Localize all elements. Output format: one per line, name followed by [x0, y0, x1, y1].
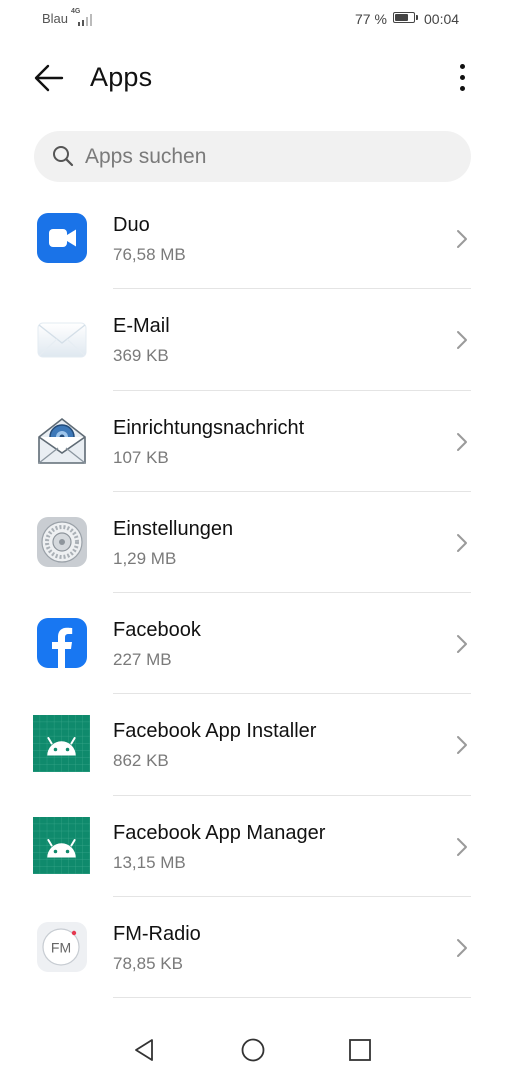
nav-recents-button[interactable] [346, 1036, 374, 1064]
search-placeholder: Apps suchen [85, 145, 207, 168]
battery-fill [395, 14, 409, 21]
android-icon [33, 816, 90, 874]
app-name: Facebook App Installer [113, 720, 317, 743]
signal-icon [76, 12, 94, 26]
chevron-right-icon [457, 837, 467, 856]
list-item-fm-radio[interactable]: FM FM-Radio 78,85 KB [0, 897, 505, 999]
app-name: Einstellungen [113, 517, 234, 540]
list-item-email[interactable]: E-Mail 369 KB [0, 289, 505, 391]
search-icon [53, 146, 74, 167]
chevron-right-icon [457, 736, 467, 755]
carrier-name: Blau [42, 11, 69, 26]
app-name: Einrichtungsnachricht [113, 416, 305, 439]
nav-back-button[interactable] [131, 1036, 159, 1064]
status-bar: Blau 4G 77 % 00:04 [0, 0, 505, 38]
chevron-right-icon [457, 230, 467, 248]
fm-radio-icon: FM [37, 922, 87, 973]
setup-message-icon [38, 417, 86, 464]
app-size: 1,29 MB [113, 548, 177, 568]
more-options-button[interactable] [448, 58, 478, 98]
nav-recents-icon [349, 1039, 371, 1061]
app-list: Duo 76,58 MB E-Mail 369 KB Einrichtungsn… [0, 188, 505, 999]
list-item-duo[interactable]: Duo 76,58 MB [0, 188, 505, 290]
list-item-facebook-app-installer[interactable]: Facebook App Installer 862 KB [0, 694, 505, 796]
chevron-right-icon [457, 432, 467, 451]
list-item-facebook-app-manager[interactable]: Facebook App Manager 13,15 MB [0, 796, 505, 898]
list-item-facebook[interactable]: Facebook 227 MB [0, 593, 505, 695]
app-size: 227 MB [113, 650, 172, 670]
settings-gear-icon [37, 516, 87, 567]
app-name: Duo [113, 214, 150, 236]
chevron-right-icon [457, 331, 467, 350]
nav-home-icon [241, 1038, 265, 1062]
chevron-right-icon [457, 939, 467, 958]
divider [113, 997, 471, 999]
arrow-left-icon [34, 64, 64, 92]
back-button[interactable] [26, 56, 72, 100]
facebook-icon [37, 618, 87, 669]
app-size: 862 KB [113, 751, 169, 771]
nav-home-button[interactable] [239, 1036, 267, 1064]
android-icon [33, 715, 90, 773]
app-name: E-Mail [113, 315, 170, 338]
list-item-einstellungen[interactable]: Einstellungen 1,29 MB [0, 492, 505, 594]
app-size: 76,58 MB [113, 245, 186, 264]
app-name: FM-Radio [113, 923, 201, 946]
app-size: 369 KB [113, 346, 169, 366]
email-envelope-icon [37, 322, 87, 358]
app-size: 13,15 MB [113, 852, 186, 872]
battery-icon [393, 12, 418, 23]
app-size: 107 KB [113, 447, 169, 467]
search-input[interactable]: Apps suchen [34, 131, 471, 182]
app-size: 78,85 KB [113, 954, 183, 974]
app-name: Facebook App Manager [113, 821, 326, 844]
app-name: Facebook [113, 619, 201, 642]
page-title: Apps [90, 62, 153, 92]
navigation-bar [0, 1020, 505, 1080]
chevron-right-icon [457, 635, 467, 654]
battery-percent: 77 % [355, 11, 387, 27]
list-item-einrichtungsnachricht[interactable]: Einrichtungsnachricht 107 KB [0, 391, 505, 492]
fm-icon-label: FM [51, 940, 71, 956]
status-time: 00:04 [424, 11, 460, 27]
nav-back-icon [135, 1039, 153, 1061]
duo-video-icon [37, 213, 87, 263]
chevron-right-icon [457, 533, 467, 552]
